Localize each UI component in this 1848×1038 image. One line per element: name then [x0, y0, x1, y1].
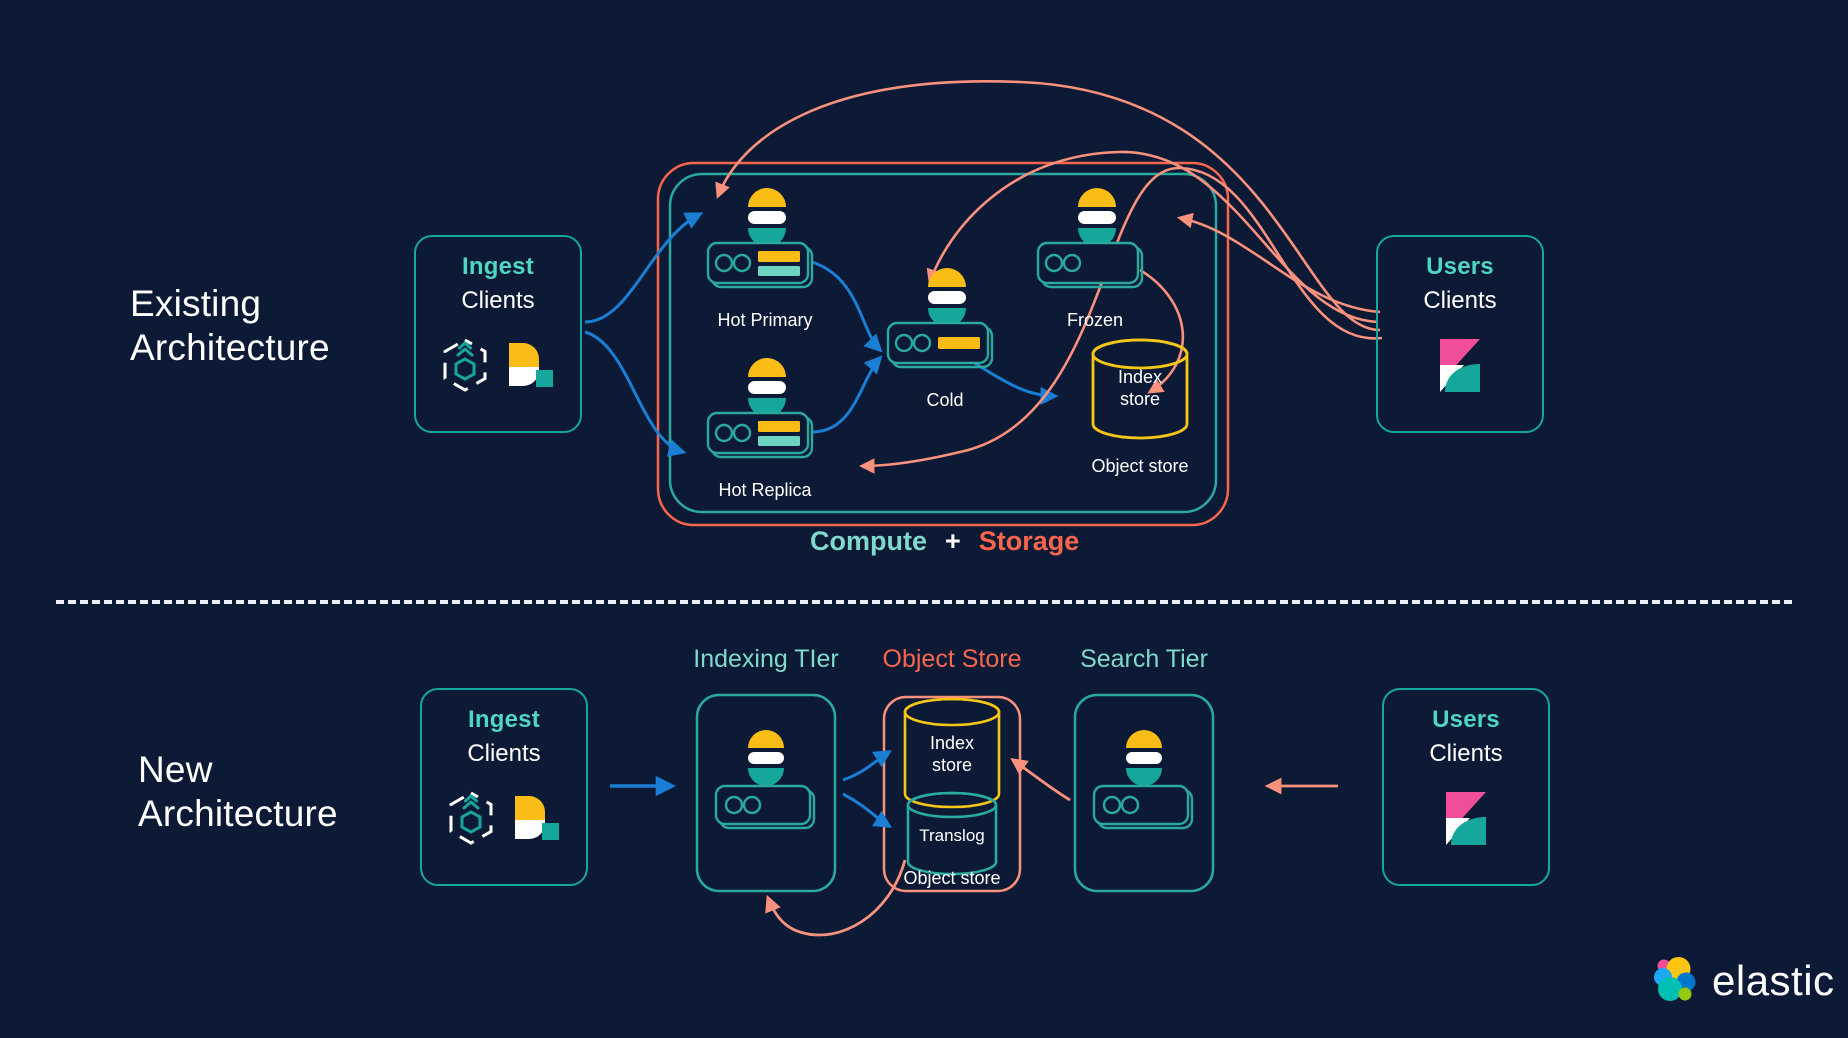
indexing-tier-label: Indexing TIer	[693, 645, 839, 673]
shard-card-stack	[886, 321, 994, 369]
shard-card-stack	[1092, 784, 1194, 830]
users-to-frozen-arrow	[1176, 212, 1381, 314]
section-divider	[56, 600, 1792, 604]
diagram-canvas: Existing Architecture New Architecture I…	[0, 0, 1848, 1038]
elasticsearch-icon	[1126, 730, 1162, 786]
frozen-label: Frozen	[1066, 310, 1124, 330]
logstash-icon	[503, 337, 555, 398]
ingest-to-hot-primary-arrow	[584, 212, 704, 324]
new-search-node[interactable]	[1084, 728, 1204, 853]
existing-ingest-subtitle: Clients	[461, 287, 535, 314]
kibana-icon	[1432, 337, 1488, 404]
new-indexing-to-translog-arrow	[842, 792, 893, 828]
elastic-wordmark: elastic	[1712, 956, 1835, 1004]
hot-replica-graphic	[706, 358, 814, 459]
existing-users-box[interactable]: Users Clients	[1376, 235, 1544, 433]
node-hot-primary[interactable]: Hot Primary	[700, 185, 830, 331]
new-ingest-icons	[447, 790, 561, 851]
node-cold[interactable]: Cold	[880, 265, 1010, 411]
existing-index-store-label: Index store	[1117, 367, 1163, 409]
new-indexing-node[interactable]	[706, 728, 826, 853]
indexing-node-graphic	[714, 730, 816, 830]
object-store-tier-label: Object Store	[882, 645, 1022, 673]
existing-architecture-title: Existing Architecture	[130, 283, 330, 368]
new-ingest-title: Ingest	[468, 706, 540, 733]
shard-card-stack	[714, 784, 816, 830]
new-users-icons	[1438, 790, 1494, 857]
node-hot-replica[interactable]: Hot Replica	[700, 355, 830, 501]
elastic-brand: elastic	[1648, 952, 1835, 1009]
elasticsearch-icon	[1078, 188, 1116, 247]
shard-card-stack	[706, 241, 814, 289]
node-frozen[interactable]: Frozen	[1030, 185, 1160, 331]
elasticsearch-icon	[928, 268, 966, 327]
search-node-graphic	[1092, 730, 1194, 830]
new-architecture-title: New Architecture	[138, 749, 338, 834]
elasticsearch-icon	[748, 188, 786, 247]
search-tier-label: Search Tier	[1080, 645, 1208, 673]
elasticsearch-icon	[748, 730, 784, 786]
new-users-title: Users	[1432, 706, 1500, 733]
existing-ingest-title: Ingest	[462, 253, 534, 280]
shard-card-stack	[1036, 241, 1144, 289]
legend-plus-symbol: +	[945, 526, 961, 556]
logstash-icon	[509, 790, 561, 851]
new-translog-label: Translog	[919, 826, 985, 845]
frozen-graphic	[1036, 188, 1144, 289]
new-users-subtitle: Clients	[1429, 740, 1503, 767]
ingest-to-hot-replica-arrow	[584, 330, 687, 457]
legend-compute-label: Compute	[810, 526, 927, 556]
new-users-box[interactable]: Users Clients	[1382, 688, 1550, 886]
existing-ingest-box[interactable]: Ingest Clients	[414, 235, 582, 433]
shard-card-stack	[706, 411, 814, 459]
cold-label: Cold	[926, 390, 964, 410]
existing-users-subtitle: Clients	[1423, 287, 1497, 314]
cold-graphic	[886, 268, 994, 369]
existing-object-store-caption: Object store	[1091, 456, 1189, 476]
hot-primary-label: Hot Primary	[717, 310, 813, 330]
elasticsearch-icon	[748, 358, 786, 417]
elastic-logo-icon	[1648, 952, 1700, 1009]
new-object-store-caption: Object store	[903, 868, 1001, 888]
hot-replica-label: Hot Replica	[718, 480, 812, 500]
new-ingest-subtitle: Clients	[467, 740, 541, 767]
beats-icon	[441, 337, 489, 398]
existing-ingest-icons	[441, 337, 555, 398]
kibana-icon	[1438, 790, 1494, 857]
new-index-store-label: Index store	[929, 733, 975, 775]
existing-users-title: Users	[1426, 253, 1494, 280]
hot-primary-graphic	[706, 188, 814, 289]
beats-icon	[447, 790, 495, 851]
new-ingest-box[interactable]: Ingest Clients	[420, 688, 588, 886]
existing-users-icons	[1432, 337, 1488, 404]
legend-storage-label: Storage	[978, 526, 1080, 556]
compute-storage-legend: Compute + Storage	[810, 526, 1079, 557]
